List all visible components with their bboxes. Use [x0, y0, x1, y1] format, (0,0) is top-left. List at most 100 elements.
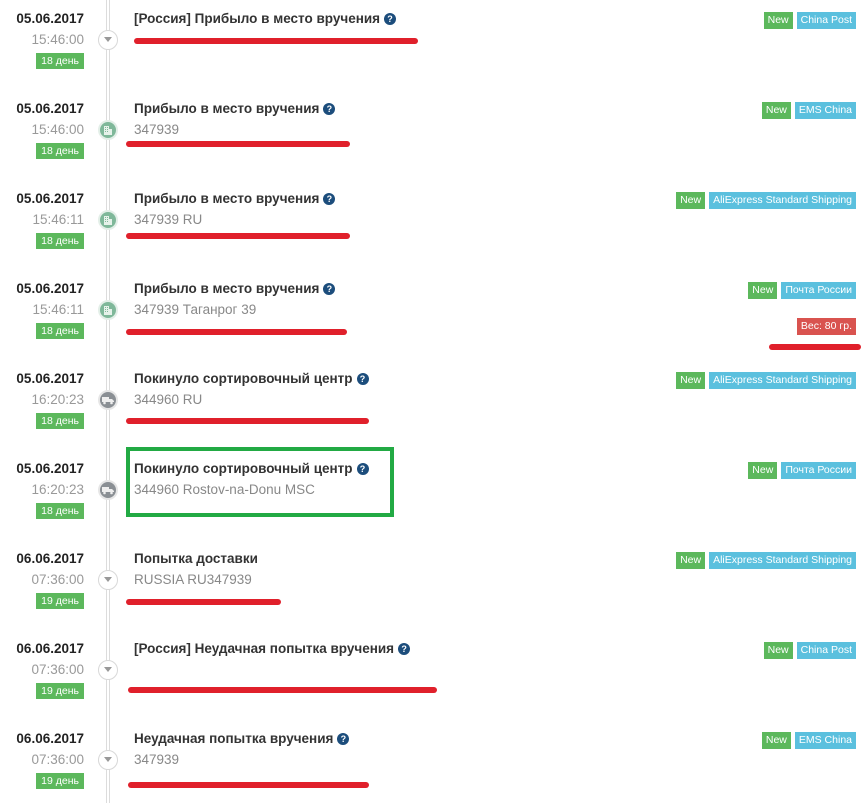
day-count-badge: 18 день: [36, 233, 84, 249]
help-icon[interactable]: ?: [337, 733, 350, 745]
event-tags: New AliExpress Standard Shipping: [676, 192, 856, 209]
redaction-mark: [128, 782, 369, 788]
redaction-mark: [126, 141, 350, 147]
redaction-mark: [126, 329, 347, 335]
event-title: Неудачная попытка вручения?: [134, 731, 350, 746]
tracking-event: 06.06.2017 07:36:00 19 день Попытка доставк…: [0, 540, 868, 630]
carrier-badge: EMS China: [794, 102, 856, 119]
event-title-text: [Россия] Прибыло в место вручения: [134, 11, 381, 26]
event-time: 15:46:00: [31, 122, 84, 137]
event-location: 347939: [134, 122, 180, 137]
new-badge: New: [676, 552, 706, 569]
event-time: 15:46:00: [31, 32, 84, 47]
carrier-badge: AliExpress Standard Shipping: [709, 372, 856, 389]
event-location: RUSSIA RU347939: [134, 572, 252, 587]
tracking-event: 05.06.2017 16:20:23 18 день Покинуло сортир…: [0, 360, 868, 450]
tracking-event: 05.06.2017 15:46:00 18 день Прибыло в место…: [0, 90, 868, 180]
building-icon: [98, 210, 118, 230]
day-count-badge: 18 день: [36, 53, 84, 69]
day-count-badge: 18 день: [36, 413, 84, 429]
event-time: 16:20:23: [31, 392, 84, 407]
event-title: Покинуло сортировочный центр?: [134, 371, 369, 386]
event-time: 07:36:00: [31, 572, 84, 587]
event-location: 347939 Таганрог 39: [134, 302, 257, 317]
event-title: Прибыло в место вручения?: [134, 191, 336, 206]
event-tags: New AliExpress Standard Shipping: [676, 372, 856, 389]
carrier-badge: EMS China: [794, 732, 856, 749]
new-badge: New: [676, 192, 706, 209]
day-count-badge: 18 день: [36, 143, 84, 159]
carrier-badge: China Post: [796, 642, 856, 659]
event-date: 06.06.2017: [16, 731, 84, 746]
carrier-badge: AliExpress Standard Shipping: [709, 552, 856, 569]
event-tags: New Почта России: [748, 282, 856, 299]
carrier-badge: Почта России: [781, 462, 856, 479]
event-tags: New AliExpress Standard Shipping: [676, 552, 856, 569]
expand-arrow-icon[interactable]: [98, 660, 118, 680]
new-badge: New: [761, 102, 791, 119]
event-title: [Россия] Прибыло в место вручения?: [134, 11, 397, 26]
day-count-badge: 19 день: [36, 773, 84, 789]
help-icon[interactable]: ?: [323, 193, 336, 205]
redaction-mark: [126, 233, 350, 239]
event-date: 06.06.2017: [16, 551, 84, 566]
event-tags: New EMS China: [761, 102, 856, 119]
event-date: 05.06.2017: [16, 101, 84, 116]
new-badge: New: [748, 282, 778, 299]
building-icon: [98, 120, 118, 140]
event-date: 05.06.2017: [16, 371, 84, 386]
expand-arrow-icon[interactable]: [98, 750, 118, 770]
carrier-badge: China Post: [796, 12, 856, 29]
event-tags: New China Post: [763, 642, 856, 659]
help-icon[interactable]: ?: [356, 373, 369, 385]
event-location: 347939: [134, 752, 180, 767]
redaction-mark: [769, 344, 861, 350]
redaction-mark: [126, 418, 369, 424]
event-time: 15:46:11: [32, 212, 84, 227]
redaction-mark: [134, 38, 418, 44]
event-title-text: Попытка доставки: [134, 551, 258, 566]
tracking-event: 06.06.2017 07:36:00 19 день Неудачная попыт…: [0, 720, 868, 810]
event-tags: New China Post: [763, 12, 856, 29]
event-date: 05.06.2017: [16, 461, 84, 476]
event-title-text: Прибыло в место вручения: [134, 101, 320, 116]
event-date: 05.06.2017: [16, 191, 84, 206]
event-title-text: Неудачная попытка вручения: [134, 731, 334, 746]
truck-icon: [98, 390, 118, 410]
help-icon[interactable]: ?: [398, 643, 411, 655]
highlight-box: [126, 447, 394, 517]
help-icon[interactable]: ?: [323, 283, 336, 295]
event-title-text: Прибыло в место вручения: [134, 281, 320, 296]
event-title: Прибыло в место вручения?: [134, 101, 336, 116]
new-badge: New: [676, 372, 706, 389]
event-title: Попытка доставки: [134, 551, 258, 566]
day-count-badge: 19 день: [36, 683, 84, 699]
help-icon[interactable]: ?: [384, 13, 397, 25]
event-date: 06.06.2017: [16, 641, 84, 656]
tracking-event: 05.06.2017 15:46:11 18 день Прибыло в место…: [0, 180, 868, 270]
tracking-event: 06.06.2017 07:36:00 19 день [Россия] Неудач…: [0, 630, 868, 720]
event-time: 07:36:00: [31, 752, 84, 767]
new-badge: New: [763, 642, 793, 659]
truck-icon: [98, 480, 118, 500]
redaction-mark: [128, 687, 437, 693]
weight-badge: Вес: 80 гр.: [796, 318, 856, 335]
event-time: 15:46:11: [32, 302, 84, 317]
event-location: 344960 RU: [134, 392, 203, 407]
building-icon: [98, 300, 118, 320]
day-count-badge: 18 день: [36, 323, 84, 339]
day-count-badge: 18 день: [36, 503, 84, 519]
event-title-text: Покинуло сортировочный центр: [134, 371, 353, 386]
help-icon[interactable]: ?: [323, 103, 336, 115]
event-title-text: Прибыло в место вручения: [134, 191, 320, 206]
event-location: 347939 RU: [134, 212, 203, 227]
new-badge: New: [763, 12, 793, 29]
expand-arrow-icon[interactable]: [98, 570, 118, 590]
day-count-badge: 19 день: [36, 593, 84, 609]
tracking-event: 05.06.2017 15:46:11 18 день Прибыло в место…: [0, 270, 868, 360]
event-title-text: [Россия] Неудачная попытка вручения: [134, 641, 395, 656]
carrier-badge: Почта России: [781, 282, 856, 299]
redaction-mark: [126, 599, 281, 605]
carrier-badge: AliExpress Standard Shipping: [709, 192, 856, 209]
expand-arrow-icon[interactable]: [98, 30, 118, 50]
